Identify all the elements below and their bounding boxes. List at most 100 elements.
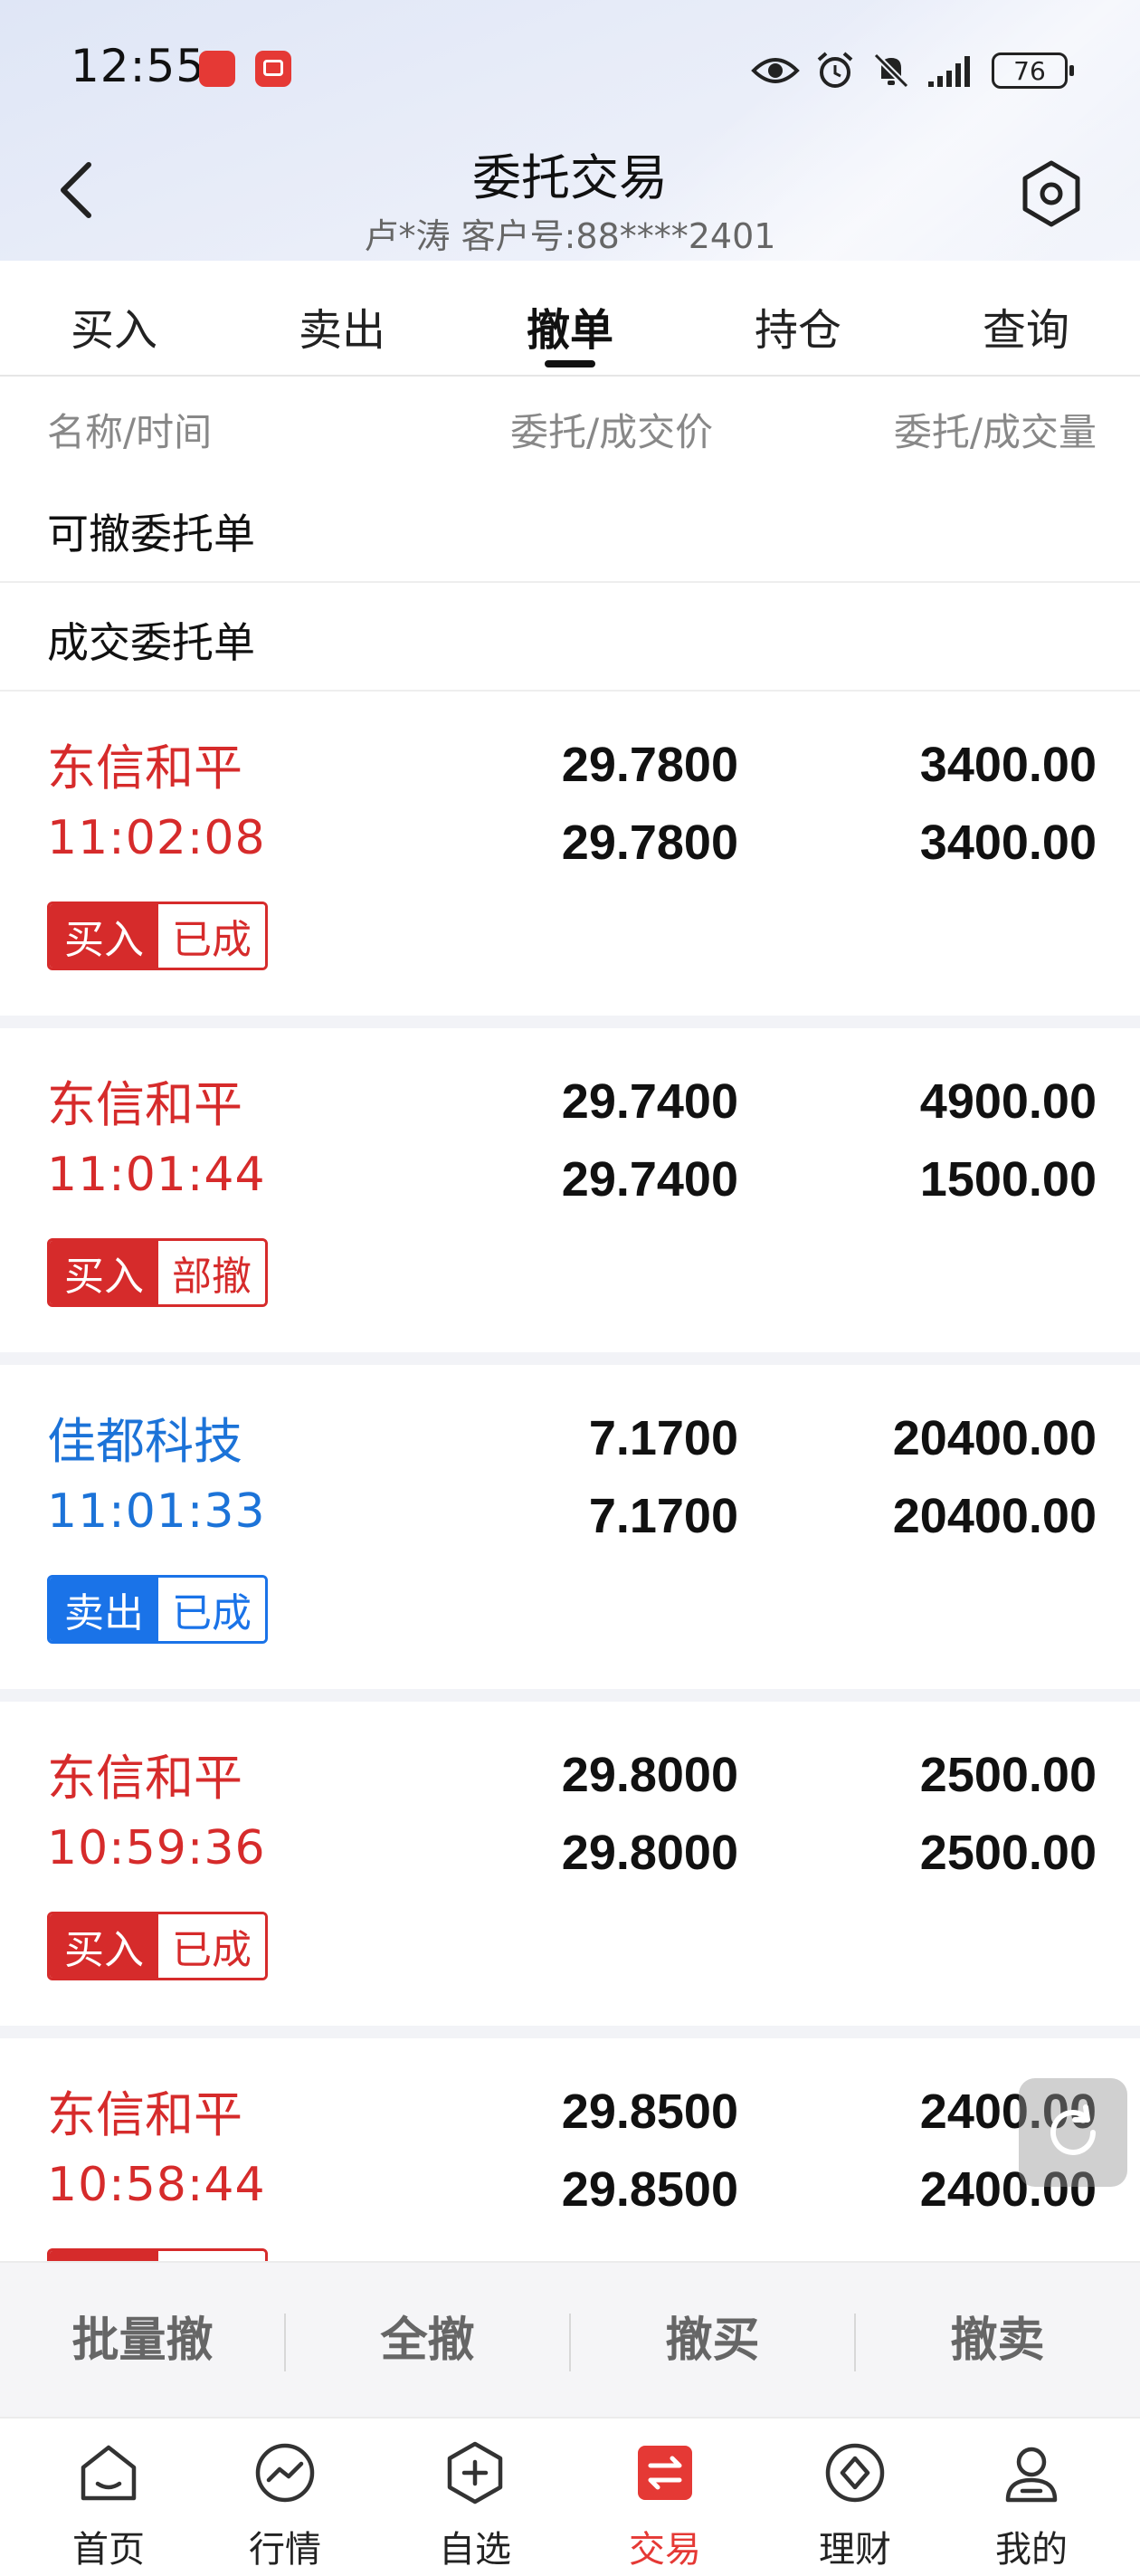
alarm-icon: [817, 52, 853, 88]
order-row[interactable]: 东信和平 10:58:44 29.8500 29.8500 2400.00 24…: [0, 2038, 1140, 2261]
stock-name: 东信和平: [47, 2086, 242, 2143]
section-cancellable-label: 可撤委托单: [47, 510, 255, 558]
home-icon: [81, 2445, 137, 2501]
stock-name: 东信和平: [47, 1750, 242, 1807]
nav-trade[interactable]: 交易: [570, 2419, 760, 2576]
cancel-sell-button[interactable]: 撤卖: [855, 2263, 1140, 2419]
order-time: 10:59:36: [47, 1821, 266, 1875]
eye-icon: [751, 58, 800, 83]
deal-price: 29.7400: [561, 1152, 738, 1207]
order-price: 29.7800: [561, 738, 738, 792]
stock-name: 东信和平: [47, 1076, 242, 1133]
order-price: 29.8500: [561, 2085, 738, 2139]
deal-price: 29.7800: [561, 816, 738, 870]
status-label: 已成: [158, 1914, 265, 1978]
side-label: 买入: [50, 1914, 158, 1978]
header: 12:55 76 委托交易 卢*涛 客户号:88****2401: [0, 0, 1140, 261]
notification-app-icon: [255, 51, 291, 87]
status-label: 部撤: [158, 1241, 265, 1304]
column-price: 委托/成交价: [510, 410, 714, 454]
stock-name: 东信和平: [47, 739, 242, 797]
stock-name: 佳都科技: [47, 1413, 242, 1470]
nav-wealth-label: 理财: [819, 2529, 891, 2571]
order-qty: 20400.00: [892, 1411, 1097, 1465]
tab-positions[interactable]: 持仓: [684, 262, 912, 375]
order-qty: 3400.00: [919, 738, 1097, 792]
order-row[interactable]: 佳都科技 11:01:33 7.1700 7.1700 20400.00 204…: [0, 1365, 1140, 1689]
order-time: 11:02:08: [47, 811, 266, 865]
nav-watchlist-label: 自选: [439, 2529, 511, 2571]
cancel-all-button[interactable]: 全撤: [285, 2263, 570, 2419]
divider: [0, 2026, 1140, 2038]
section-filled[interactable]: 成交委托单: [0, 583, 1140, 692]
deal-qty: 20400.00: [892, 1489, 1097, 1543]
divider: [0, 1352, 1140, 1365]
order-row[interactable]: 东信和平 11:02:08 29.7800 29.7800 3400.00 34…: [0, 692, 1140, 1016]
settings-button[interactable]: [1015, 157, 1088, 230]
nav-market[interactable]: 行情: [190, 2419, 380, 2576]
order-time: 10:58:44: [47, 2158, 266, 2212]
side-label: 买入: [50, 1241, 158, 1304]
battery-icon: 76: [992, 52, 1074, 89]
nav-home[interactable]: 首页: [14, 2419, 204, 2576]
status-badge: 买入 已成: [47, 902, 268, 970]
order-price: 29.8000: [561, 1748, 738, 1802]
order-time: 11:01:33: [47, 1484, 266, 1539]
divider: [0, 1016, 1140, 1028]
market-chart-icon: [255, 2443, 315, 2503]
deal-qty: 1500.00: [919, 1152, 1097, 1207]
status-badge: 买入: [47, 2248, 268, 2261]
divider: [0, 1689, 1140, 1702]
cancel-buy-button[interactable]: 撤买: [570, 2263, 855, 2419]
status-label: 已成: [158, 1578, 265, 1641]
trade-swap-icon: [638, 2446, 692, 2500]
nav-watchlist[interactable]: 自选: [380, 2419, 570, 2576]
nav-profile-label: 我的: [995, 2529, 1068, 2571]
section-filled-label: 成交委托单: [47, 618, 255, 667]
settings-hexagon-icon: [1022, 160, 1080, 227]
order-price: 7.1700: [588, 1411, 738, 1465]
column-qty: 委托/成交量: [893, 410, 1097, 454]
nav-profile[interactable]: 我的: [936, 2419, 1126, 2576]
side-label: 卖出: [50, 1578, 158, 1641]
signal-icon: [928, 56, 970, 87]
tab-sell[interactable]: 卖出: [228, 262, 456, 375]
deal-qty: 2500.00: [919, 1826, 1097, 1880]
trade-tabs: 买入 卖出 撤单 持仓 查询: [0, 262, 1140, 377]
wealth-diamond-icon: [825, 2443, 885, 2503]
deal-price: 7.1700: [588, 1489, 738, 1543]
column-header: 名称/时间 委托/成交价 委托/成交量: [0, 375, 1140, 474]
cancel-action-bar: 批量撤 全撤 撤买 撤卖: [0, 2261, 1140, 2419]
huawei-app-icon: [199, 51, 235, 87]
section-cancellable[interactable]: 可撤委托单: [0, 474, 1140, 583]
order-row[interactable]: 东信和平 10:59:36 29.8000 29.8000 2500.00 25…: [0, 1702, 1140, 2026]
side-label: 买入: [50, 2251, 158, 2261]
status-badge: 买入 部撤: [47, 1238, 268, 1307]
watchlist-add-icon: [447, 2441, 503, 2504]
deal-qty: 3400.00: [919, 816, 1097, 870]
status-time: 12:55: [71, 40, 206, 92]
tab-cancel[interactable]: 撤单: [456, 262, 684, 375]
account-info: 卢*涛 客户号:88****2401: [364, 216, 776, 256]
tab-buy[interactable]: 买入: [0, 262, 228, 375]
nav-market-label: 行情: [249, 2529, 321, 2571]
deal-price: 29.8000: [561, 1826, 738, 1880]
refresh-icon: [1050, 2104, 1096, 2155]
deal-price: 29.8500: [561, 2162, 738, 2217]
order-price: 29.7400: [561, 1074, 738, 1129]
nav-home-label: 首页: [72, 2529, 145, 2571]
order-row[interactable]: 东信和平 11:01:44 29.7400 29.7400 4900.00 15…: [0, 1028, 1140, 1352]
batch-cancel-button[interactable]: 批量撤: [0, 2263, 285, 2419]
nav-wealth[interactable]: 理财: [760, 2419, 950, 2576]
tab-query[interactable]: 查询: [912, 262, 1140, 375]
status-badge: 买入 已成: [47, 1912, 268, 1980]
page-title: 委托交易: [472, 149, 668, 206]
bottom-nav: 首页 行情 自选 交易 理财 我的: [0, 2417, 1140, 2576]
side-label: 买入: [50, 904, 158, 968]
mute-bell-icon: [873, 52, 909, 89]
status-icons: 76: [751, 45, 1074, 96]
status-label: 已成: [158, 904, 265, 968]
refresh-float-button[interactable]: [1019, 2078, 1127, 2187]
column-name-time: 名称/时间: [47, 410, 213, 454]
order-time: 11:01:44: [47, 1148, 266, 1202]
